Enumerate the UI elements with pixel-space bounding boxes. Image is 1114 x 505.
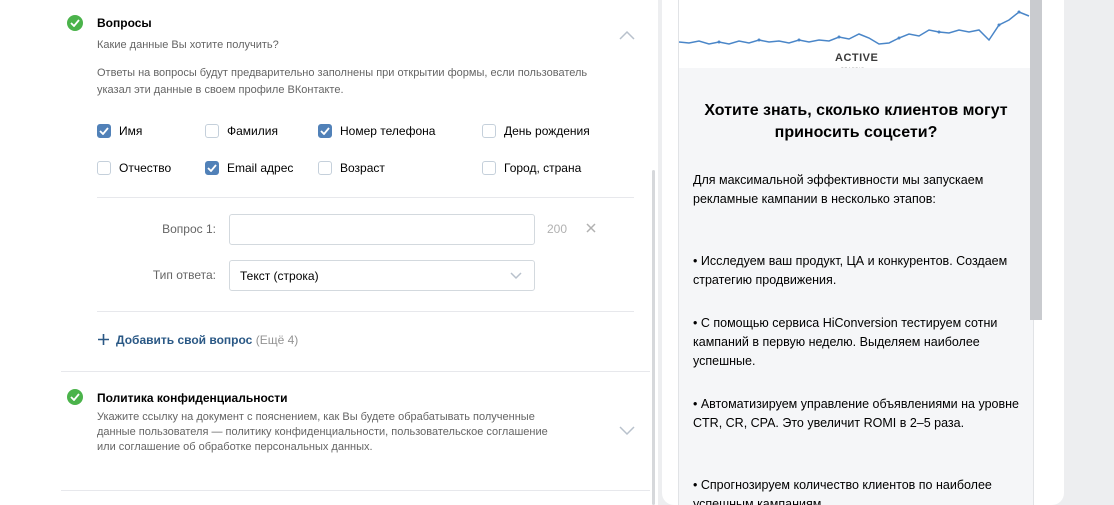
answer-type-label: Тип ответа: bbox=[152, 268, 216, 282]
answer-type-value: Текст (строка) bbox=[240, 268, 319, 283]
divider bbox=[61, 371, 650, 372]
divider bbox=[97, 311, 634, 312]
add-question-more: (Ещё 4) bbox=[255, 333, 299, 347]
question-1-input[interactable] bbox=[229, 214, 535, 245]
checkbox-label: Email адрес bbox=[227, 161, 294, 175]
questions-description: Ответы на вопросы будут предварительно з… bbox=[97, 67, 588, 96]
ad-paragraph: Для максимальной эффективности мы запуск… bbox=[693, 173, 984, 206]
ad-paragraph: • Спрогнозируем количество клиентов по н… bbox=[693, 478, 992, 505]
ad-paragraph: • Исследуем ваш продукт, ЦА и конкуренто… bbox=[693, 254, 1008, 287]
ad-paragraph: • Автоматизируем управление объявлениями… bbox=[693, 397, 1019, 430]
checkbox-checked-icon bbox=[205, 161, 219, 175]
questions-subtitle: Какие данные Вы хотите получить? bbox=[97, 39, 279, 51]
ad-preview-panel: ACTIVE TRAFFIC Хотите знать, сколько кли… bbox=[662, 0, 1064, 505]
privacy-description: Укажите ссылку на документ с пояснением,… bbox=[97, 411, 548, 453]
checkbox-label: Отчество bbox=[119, 161, 172, 175]
checkbox-checked-icon bbox=[318, 124, 332, 138]
checkbox-unchecked-icon bbox=[97, 161, 111, 175]
chevron-up-icon[interactable] bbox=[619, 30, 635, 40]
checkbox-label: Номер телефона bbox=[340, 124, 436, 138]
checkbox-patronymic[interactable]: Отчество bbox=[97, 161, 171, 175]
checkbox-unchecked-icon bbox=[482, 124, 496, 138]
checkbox-label: Город, страна bbox=[504, 161, 582, 175]
checkbox-email[interactable]: Email адрес bbox=[205, 161, 293, 175]
checkbox-city[interactable]: Город, страна bbox=[482, 161, 581, 175]
checkbox-label: День рождения bbox=[504, 124, 590, 138]
left-scrollbar[interactable] bbox=[652, 170, 655, 505]
ad-body: Хотите знать, сколько клиентов могут при… bbox=[679, 68, 1033, 505]
privacy-title: Политика конфиденциальности bbox=[97, 391, 288, 405]
divider bbox=[97, 197, 634, 198]
checkbox-birthday[interactable]: День рождения bbox=[482, 124, 590, 138]
checkbox-unchecked-icon bbox=[205, 124, 219, 138]
char-counter: 200 bbox=[547, 222, 568, 236]
success-check-icon bbox=[67, 15, 83, 31]
questions-title: Вопросы bbox=[97, 16, 152, 30]
checkbox-unchecked-icon bbox=[318, 161, 332, 175]
checkbox-phone[interactable]: Номер телефона bbox=[318, 124, 435, 138]
checkbox-checked-icon bbox=[97, 124, 111, 138]
checkbox-label: Возраст bbox=[340, 161, 385, 175]
logo: ACTIVE bbox=[835, 52, 879, 64]
add-question-label: Добавить свой вопрос bbox=[116, 333, 253, 347]
checkbox-last-name[interactable]: Фамилия bbox=[205, 124, 278, 138]
ad-card: ACTIVE TRAFFIC Хотите знать, сколько кли… bbox=[678, 0, 1034, 505]
preview-scrollbar[interactable] bbox=[1030, 0, 1042, 320]
ad-headline: Хотите знать, сколько клиентов могут при… bbox=[704, 102, 1008, 141]
plus-icon bbox=[98, 334, 109, 345]
chevron-down-icon bbox=[510, 272, 522, 280]
success-check-icon bbox=[67, 389, 83, 405]
checkbox-unchecked-icon bbox=[482, 161, 496, 175]
checkbox-label: Имя bbox=[119, 124, 143, 138]
divider bbox=[61, 490, 650, 491]
lead-form-settings-panel: Вопросы Какие данные Вы хотите получить?… bbox=[0, 0, 658, 505]
checkbox-age[interactable]: Возраст bbox=[318, 161, 385, 175]
answer-type-select[interactable]: Текст (строка) bbox=[229, 260, 535, 291]
checkbox-label: Фамилия bbox=[227, 124, 278, 138]
chevron-down-icon[interactable] bbox=[619, 426, 635, 436]
ad-paragraph: • С помощью сервиса HiConversion тестиру… bbox=[693, 316, 998, 368]
close-icon[interactable] bbox=[585, 222, 597, 234]
add-question-button[interactable]: Добавить свой вопрос (Ещё 4) bbox=[97, 333, 298, 347]
checkbox-first-name[interactable]: Имя bbox=[97, 124, 142, 138]
question-1-label: Вопрос 1: bbox=[162, 222, 216, 236]
